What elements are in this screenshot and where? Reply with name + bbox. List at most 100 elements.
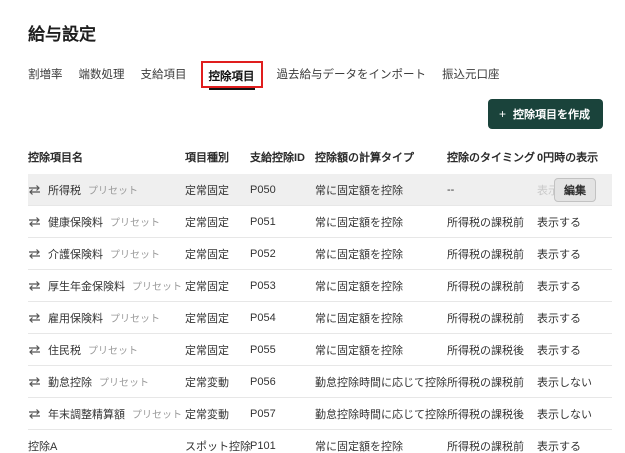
zero-display-cell: 表示する: [537, 248, 581, 261]
column-header-name: 控除項目名: [28, 152, 83, 164]
item-id-cell: P050: [250, 183, 276, 196]
item-type-cell: 定常固定: [185, 248, 229, 261]
zero-display-cell: 表示する: [537, 312, 581, 325]
calc-type-cell: 常に固定額を控除: [315, 312, 403, 325]
calc-type-cell: 勤怠控除時間に応じて控除: [315, 376, 447, 389]
reorder-swap-icon[interactable]: [28, 248, 41, 259]
calc-type-cell: 常に固定額を控除: [315, 216, 403, 229]
reorder-swap-icon[interactable]: [28, 184, 41, 195]
item-id-cell: P056: [250, 375, 276, 388]
timing-cell: 所得税の課税後: [447, 408, 524, 421]
create-button-label: 控除項目を作成: [513, 109, 590, 121]
tab-import-past-payroll-data[interactable]: 過去給与データをインポート: [277, 66, 427, 86]
zero-display-cell: 表示する: [537, 344, 581, 357]
deduction-items-table: 控除項目名 項目種別 支給控除ID 控除額の計算タイプ 控除のタイミング 0円時…: [28, 144, 612, 453]
zero-display-cell: 表示する: [537, 216, 581, 229]
timing-cell: 所得税の課税前: [447, 440, 524, 453]
column-header-id: 支給控除ID: [250, 152, 305, 164]
table-row[interactable]: 健康保険料 プリセット 定常固定 P051 常に固定額を控除 所得税の課税前 表…: [28, 206, 612, 238]
timing-cell: 所得税の課税前: [447, 376, 524, 389]
tab-premium-rate[interactable]: 割増率: [28, 66, 63, 86]
item-type-cell: 定常固定: [185, 312, 229, 325]
preset-badge: プリセット: [99, 378, 149, 389]
item-type-cell: 定常変動: [185, 408, 229, 421]
item-id-cell: P053: [250, 279, 276, 292]
column-header-type: 項目種別: [185, 152, 229, 164]
item-type-cell: 定常変動: [185, 376, 229, 389]
zero-display-cell: 表示しない: [537, 376, 592, 389]
deduction-item-name: 住民税: [48, 344, 81, 357]
deduction-item-name: 控除A: [28, 440, 58, 453]
timing-cell: --: [447, 183, 455, 196]
tab-deduction-items[interactable]: 控除項目: [208, 71, 255, 90]
reorder-swap-icon[interactable]: [28, 280, 41, 291]
zero-display-cell: 表示しない: [537, 408, 592, 421]
table-header-row: 控除項目名 項目種別 支給控除ID 控除額の計算タイプ 控除のタイミング 0円時…: [28, 144, 612, 174]
preset-badge: プリセット: [110, 218, 160, 229]
table-row[interactable]: 厚生年金保険料 プリセット 定常固定 P053 常に固定額を控除 所得税の課税前…: [28, 270, 612, 302]
table-row[interactable]: 所得税 プリセット 定常固定 P050 常に固定額を控除 -- 表示する 編集: [28, 174, 612, 206]
calc-type-cell: 常に固定額を控除: [315, 184, 403, 197]
toolbar: + 控除項目を作成: [28, 99, 612, 129]
column-header-timing: 控除のタイミング: [447, 152, 535, 164]
deduction-item-name: 勤怠控除: [48, 376, 92, 389]
reorder-swap-icon[interactable]: [28, 312, 41, 323]
calc-type-cell: 勤怠控除時間に応じて控除: [315, 408, 447, 421]
zero-display-cell: 表示する: [537, 280, 581, 293]
item-id-cell: P051: [250, 215, 276, 228]
item-id-cell: P054: [250, 311, 276, 324]
calc-type-cell: 常に固定額を控除: [315, 248, 403, 261]
deduction-item-name: 年末調整精算額: [48, 408, 125, 421]
reorder-swap-icon[interactable]: [28, 408, 41, 419]
table-row[interactable]: 雇用保険料 プリセット 定常固定 P054 常に固定額を控除 所得税の課税前 表…: [28, 302, 612, 334]
tab-payment-items[interactable]: 支給項目: [141, 66, 187, 86]
item-type-cell: スポット控除: [185, 440, 251, 453]
table-row[interactable]: 控除A スポット控除 P101 常に固定額を控除 所得税の課税前 表示する: [28, 430, 612, 453]
item-type-cell: 定常固定: [185, 344, 229, 357]
preset-badge: プリセット: [88, 346, 138, 357]
tab-rounding[interactable]: 端数処理: [79, 66, 125, 86]
timing-cell: 所得税の課税後: [447, 344, 524, 357]
timing-cell: 所得税の課税前: [447, 312, 524, 325]
deduction-item-name: 所得税: [48, 184, 81, 197]
reorder-swap-icon[interactable]: [28, 216, 41, 227]
preset-badge: プリセット: [110, 250, 160, 261]
item-type-cell: 定常固定: [185, 216, 229, 229]
edit-button[interactable]: 編集: [554, 177, 596, 202]
create-deduction-item-button[interactable]: + 控除項目を作成: [487, 99, 603, 129]
red-annotation-box: 控除項目: [200, 61, 263, 90]
column-header-calc: 控除額の計算タイプ: [315, 152, 414, 164]
page-title: 給与設定: [28, 25, 96, 44]
zero-display-cell: 表示する: [537, 440, 581, 453]
column-header-zero: 0円時の表示: [537, 152, 599, 164]
timing-cell: 所得税の課税前: [447, 248, 524, 261]
preset-badge: プリセット: [132, 410, 182, 421]
calc-type-cell: 常に固定額を控除: [315, 344, 403, 357]
item-id-cell: P052: [250, 247, 276, 260]
reorder-swap-icon[interactable]: [28, 344, 41, 355]
calc-type-cell: 常に固定額を控除: [315, 280, 403, 293]
table-row[interactable]: 住民税 プリセット 定常固定 P055 常に固定額を控除 所得税の課税後 表示す…: [28, 334, 612, 366]
item-id-cell: P101: [250, 439, 276, 452]
deduction-item-name: 厚生年金保険料: [48, 280, 125, 293]
item-id-cell: P055: [250, 343, 276, 356]
preset-badge: プリセット: [110, 314, 160, 325]
reorder-swap-icon[interactable]: [28, 376, 41, 387]
deduction-item-name: 雇用保険料: [48, 312, 103, 325]
tab-bar: 割増率 端数処理 支給項目 控除項目 過去給与データをインポート 振込元口座: [28, 61, 612, 90]
preset-badge: プリセット: [132, 282, 182, 293]
deduction-item-name: 介護保険料: [48, 248, 103, 261]
plus-icon: +: [498, 107, 506, 121]
item-id-cell: P057: [250, 407, 276, 420]
calc-type-cell: 常に固定額を控除: [315, 440, 403, 453]
item-type-cell: 定常固定: [185, 184, 229, 197]
table-row[interactable]: 年末調整精算額 プリセット 定常変動 P057 勤怠控除時間に応じて控除 所得税…: [28, 398, 612, 430]
table-row[interactable]: 介護保険料 プリセット 定常固定 P052 常に固定額を控除 所得税の課税前 表…: [28, 238, 612, 270]
deduction-item-name: 健康保険料: [48, 216, 103, 229]
timing-cell: 所得税の課税前: [447, 280, 524, 293]
table-row[interactable]: 勤怠控除 プリセット 定常変動 P056 勤怠控除時間に応じて控除 所得税の課税…: [28, 366, 612, 398]
item-type-cell: 定常固定: [185, 280, 229, 293]
tab-transfer-source-account[interactable]: 振込元口座: [442, 66, 500, 86]
preset-badge: プリセット: [88, 186, 138, 197]
timing-cell: 所得税の課税前: [447, 216, 524, 229]
